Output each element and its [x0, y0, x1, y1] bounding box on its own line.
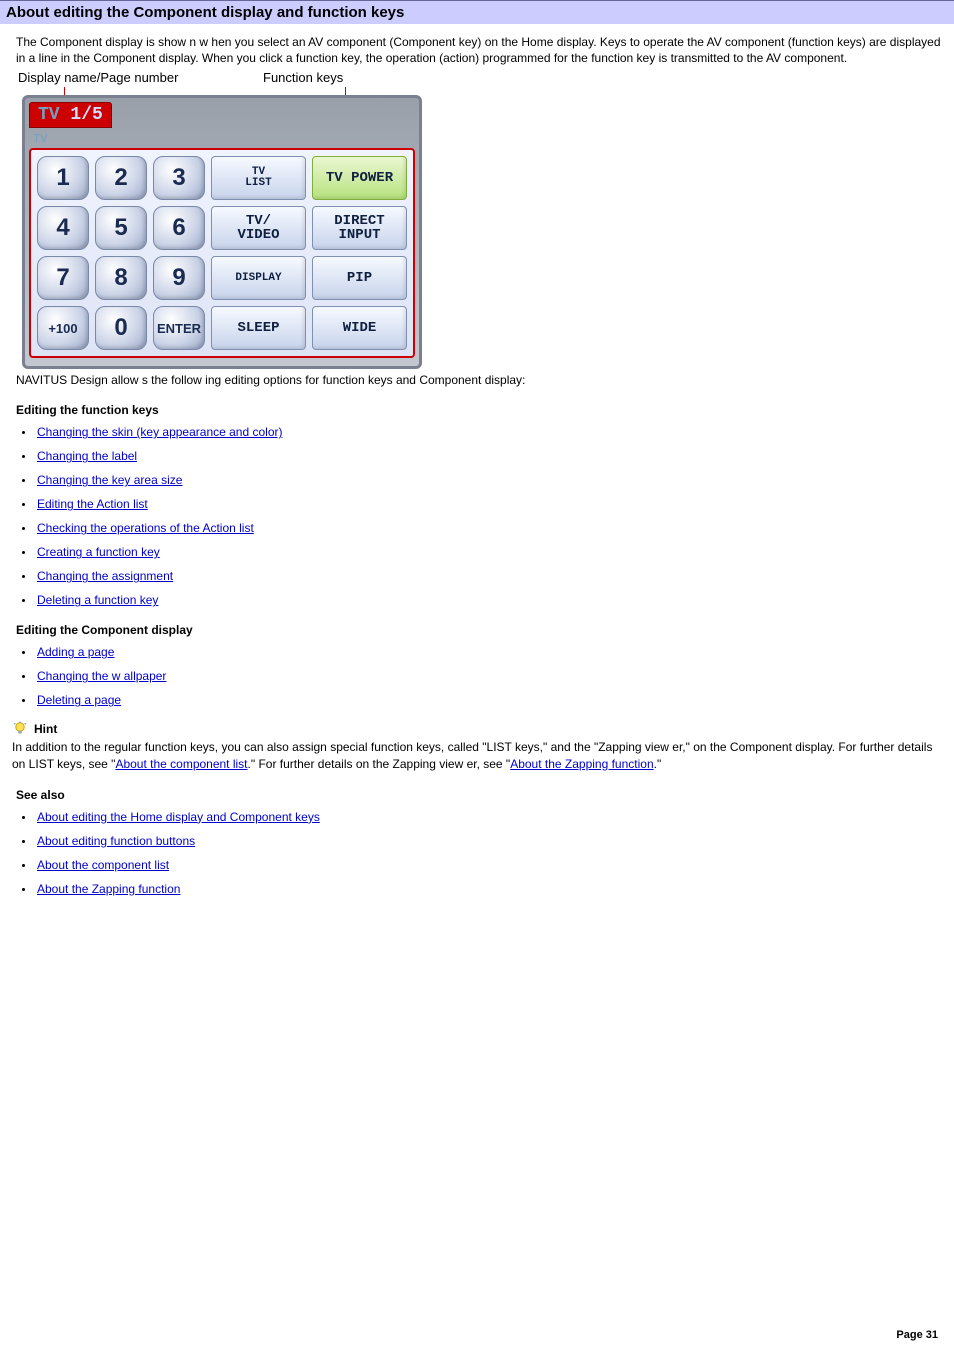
list-item: Changing the label — [16, 449, 944, 463]
list-item: Checking the operations of the Action li… — [16, 521, 944, 535]
lightbulb-icon — [12, 721, 28, 737]
section-heading-function-keys: Editing the function keys — [16, 403, 944, 417]
round-key: 2 — [95, 156, 147, 200]
key-row: 456TV/VIDEODIRECTINPUT — [37, 206, 407, 250]
square-key: TV/VIDEO — [211, 206, 306, 250]
key-panel: 123TVLISTTV POWER 456TV/VIDEODIRECTINPUT 7… — [29, 148, 415, 358]
section-heading-see-also: See also — [16, 788, 944, 802]
key-row: 789DISPLAYPIP — [37, 256, 407, 300]
round-key: 4 — [37, 206, 89, 250]
see-also-list: About editing the Home display and Compo… — [16, 810, 944, 896]
list-item: Deleting a function key — [16, 593, 944, 607]
hint-text: ." For further details on the Zapping vi… — [248, 757, 511, 771]
function-key-link[interactable]: Changing the label — [37, 449, 137, 463]
function-key-link[interactable]: Checking the operations of the Action li… — [37, 521, 254, 535]
round-key: 6 — [153, 206, 205, 250]
round-key: 9 — [153, 256, 205, 300]
function-keys-list: Changing the skin (key appearance and co… — [16, 425, 944, 607]
function-key-link[interactable]: Creating a function key — [37, 545, 160, 559]
key-row: +1000ENTERSLEEPWIDE — [37, 306, 407, 350]
round-key: 8 — [95, 256, 147, 300]
device-mock: TV 1/5 TV 123TVLISTTV POWER456TV/VIDEODI… — [22, 95, 422, 369]
page-title: About editing the Component display and … — [6, 4, 404, 21]
see-also-link[interactable]: About the component list — [37, 858, 169, 872]
round-key: +100 — [37, 306, 89, 350]
round-key: 1 — [37, 156, 89, 200]
list-item: About editing function buttons — [16, 834, 944, 848]
after-figure-text: NAVITUS Design allow s the follow ing ed… — [16, 373, 944, 387]
page-banner: About editing the Component display and … — [0, 0, 954, 24]
function-key-link[interactable]: Editing the Action list — [37, 497, 148, 511]
square-key: DIRECTINPUT — [312, 206, 407, 250]
see-also-link[interactable]: About editing the Home display and Compo… — [37, 810, 320, 824]
tick-mark — [64, 87, 65, 95]
list-item: Creating a function key — [16, 545, 944, 559]
square-key: WIDE — [312, 306, 407, 350]
list-item: Changing the assignment — [16, 569, 944, 583]
figure-label-function: Function keys — [263, 70, 343, 85]
list-item: Changing the w allpaper — [16, 669, 944, 683]
device-subtab: TV — [33, 132, 415, 146]
hint-header: Hint — [12, 721, 944, 737]
square-key: PIP — [312, 256, 407, 300]
list-item: About the Zapping function — [16, 882, 944, 896]
tab-prefix: TV — [38, 105, 60, 125]
tab-page: 1/5 — [70, 105, 102, 125]
figure-label-display: Display name/Page number — [16, 70, 263, 85]
list-item: Deleting a page — [16, 693, 944, 707]
round-key: 3 — [153, 156, 205, 200]
list-item: About editing the Home display and Compo… — [16, 810, 944, 824]
square-key: TV POWER — [312, 156, 407, 200]
function-key-link[interactable]: Changing the key area size — [37, 473, 182, 487]
section-heading-component-display: Editing the Component display — [16, 623, 944, 637]
function-key-link[interactable]: Deleting a function key — [37, 593, 158, 607]
hint-text: ." — [654, 757, 662, 771]
tick-mark — [345, 87, 346, 95]
square-key: DISPLAY — [211, 256, 306, 300]
figure-ticks — [26, 87, 944, 95]
hint-body: In addition to the regular function keys… — [12, 739, 942, 771]
square-key: SLEEP — [211, 306, 306, 350]
list-item: Changing the skin (key appearance and co… — [16, 425, 944, 439]
component-display-link[interactable]: Changing the w allpaper — [37, 669, 166, 683]
component-display-link[interactable]: Deleting a page — [37, 693, 121, 707]
list-item: About the component list — [16, 858, 944, 872]
function-key-link[interactable]: Changing the assignment — [37, 569, 173, 583]
round-key: 0 — [95, 306, 147, 350]
hint-link-zapping[interactable]: About the Zapping function — [510, 757, 653, 771]
page-content: The Component display is show n w hen yo… — [0, 24, 954, 1166]
round-key: 5 — [95, 206, 147, 250]
device-tab: TV 1/5 — [29, 102, 112, 128]
round-key: ENTER — [153, 306, 205, 350]
component-figure: Display name/Page number Function keys T… — [16, 70, 944, 369]
function-key-link[interactable]: Changing the skin (key appearance and co… — [37, 425, 282, 439]
list-item: Editing the Action list — [16, 497, 944, 511]
page-number: Page 31 — [896, 1329, 938, 1341]
component-display-list: Adding a page Changing the w allpaper Dele… — [16, 645, 944, 707]
component-display-link[interactable]: Adding a page — [37, 645, 114, 659]
see-also-link[interactable]: About the Zapping function — [37, 882, 180, 896]
hint-link-component-list[interactable]: About the component list — [115, 757, 247, 771]
square-key: TVLIST — [211, 156, 306, 200]
list-item: Changing the key area size — [16, 473, 944, 487]
key-row: 123TVLISTTV POWER — [37, 156, 407, 200]
list-item: Adding a page — [16, 645, 944, 659]
intro-paragraph: The Component display is show n w hen yo… — [16, 34, 944, 66]
hint-title: Hint — [34, 722, 57, 736]
round-key: 7 — [37, 256, 89, 300]
see-also-link[interactable]: About editing function buttons — [37, 834, 195, 848]
